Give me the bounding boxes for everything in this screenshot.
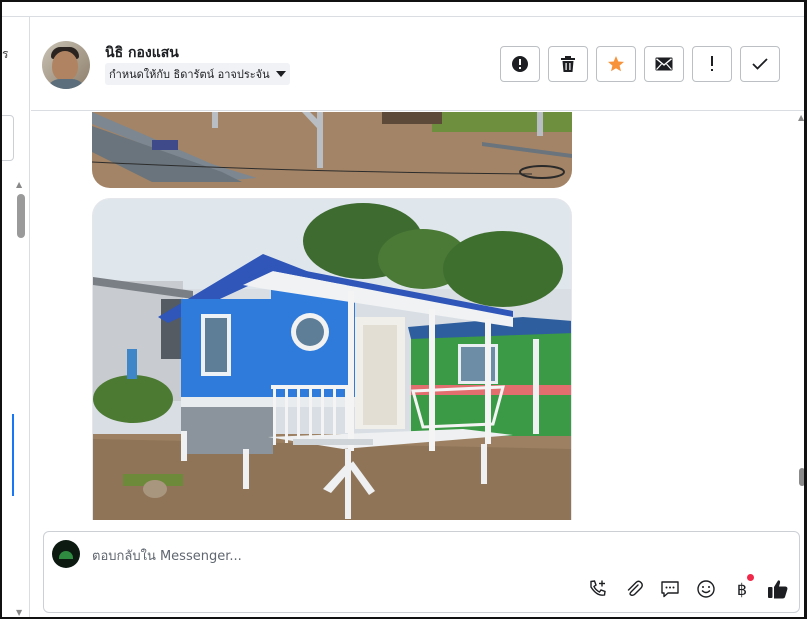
conversation-list-card[interactable] (2, 115, 14, 161)
reply-input[interactable] (92, 546, 732, 566)
scroll-down-arrow-icon[interactable]: ▼ (16, 608, 22, 617)
baht-icon: ฿ (736, 579, 748, 599)
exclamation-icon (711, 56, 713, 71)
trash-icon (561, 56, 575, 72)
star-button[interactable] (596, 46, 636, 82)
saved-replies-button[interactable] (659, 578, 681, 600)
message-image-house[interactable] (92, 198, 572, 520)
caret-down-icon (275, 71, 286, 77)
thread-scroll-up-arrow-icon[interactable]: ▲ (798, 113, 804, 122)
delete-button[interactable] (548, 46, 588, 82)
header-actions (500, 46, 780, 82)
mark-spam-button[interactable] (500, 46, 540, 82)
mark-unread-button[interactable] (644, 46, 684, 82)
page-avatar (52, 540, 80, 568)
like-button[interactable] (767, 578, 789, 600)
conversation-list-cut-text: ร (2, 47, 9, 61)
thread-scrollbar[interactable] (799, 468, 804, 486)
composer-tools: ฿ (587, 574, 789, 600)
conversation-header: นิธิ กองแสน กำหนดให้กับ ธิดารัตน์ อาจประ… (31, 17, 804, 111)
app-frame: ร ▲ ▼ นิธิ กองแสน กำหนดให้กับ ธิดารัตน์ … (0, 0, 807, 619)
checkmark-icon (752, 58, 768, 70)
notification-dot (747, 574, 754, 581)
star-icon (608, 56, 624, 72)
message-thread (31, 112, 804, 520)
reply-composer: ฿ (43, 531, 800, 613)
selected-conversation-indicator (12, 414, 14, 496)
smiley-icon (697, 580, 715, 598)
phone-plus-icon (590, 580, 606, 596)
envelope-icon (655, 57, 673, 71)
attach-button[interactable] (623, 578, 645, 600)
mark-done-button[interactable] (740, 46, 780, 82)
emoji-button[interactable] (695, 578, 717, 600)
scroll-up-arrow-icon[interactable]: ▲ (16, 180, 22, 189)
chat-bubble-icon (661, 581, 679, 598)
conversation-list-scrollbar[interactable] (17, 194, 25, 238)
message-image-construction[interactable] (92, 112, 572, 188)
follow-up-button[interactable] (692, 46, 732, 82)
assign-label: กำหนดให้กับ ธิดารัตน์ อาจประจัน (109, 68, 270, 81)
call-button[interactable] (587, 578, 609, 600)
contact-avatar[interactable] (42, 41, 90, 89)
payment-button[interactable]: ฿ (731, 574, 754, 600)
paperclip-icon (627, 580, 643, 597)
thumbs-up-icon (768, 580, 788, 599)
conversation-list-strip: ร ▲ ▼ (2, 17, 30, 617)
contact-name[interactable]: นิธิ กองแสน (105, 42, 179, 64)
alert-circle-icon (512, 56, 528, 72)
assign-dropdown[interactable]: กำหนดให้กับ ธิดารัตน์ อาจประจัน (105, 63, 290, 85)
